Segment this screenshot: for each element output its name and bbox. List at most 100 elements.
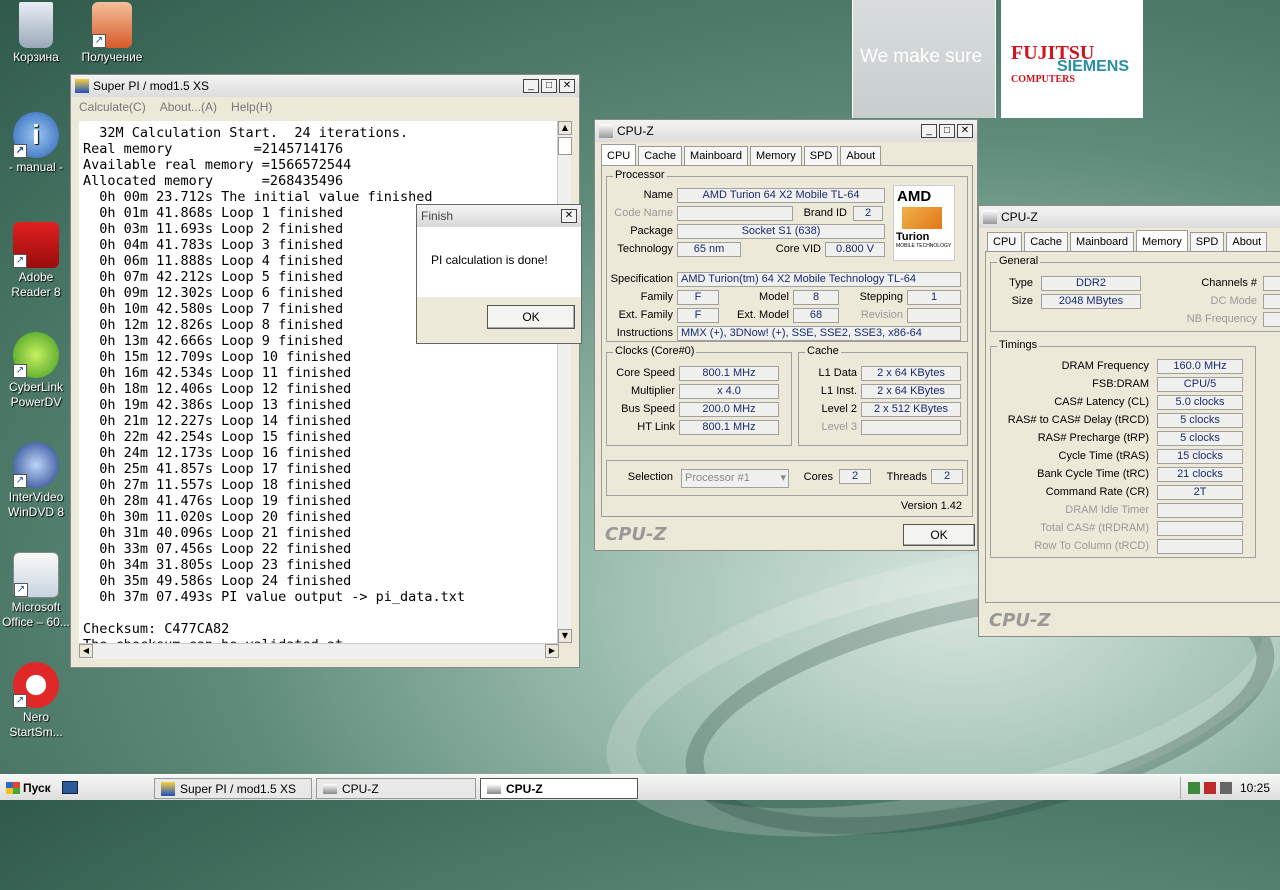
cpu-tab-panel: Processor Name AMD Turion 64 X2 Mobile T… (601, 165, 973, 517)
logo-top: AMD (897, 188, 932, 205)
level2-label: Level 2 (821, 403, 857, 415)
type-label: Type (1009, 277, 1033, 289)
tab-about[interactable]: About (840, 146, 882, 165)
desktop-icon-ms-office[interactable]: ↗ Microsoft Office – 60... (0, 552, 72, 630)
size-value: 2048 MBytes (1041, 294, 1141, 309)
taskbar-item-superpi[interactable]: Super PI / mod1.5 XS (154, 778, 312, 799)
cpuz-app-icon (323, 783, 337, 794)
minimize-button[interactable]: _ (921, 124, 937, 138)
scroll-right-button[interactable]: ▶ (545, 644, 559, 658)
group-label: Timings (997, 339, 1040, 351)
desktop-icon-manual[interactable]: i ↗ - manual - (0, 112, 72, 175)
scroll-thumb[interactable] (558, 137, 572, 155)
tab-mainboard[interactable]: Mainboard (684, 146, 749, 165)
desktop-icon-download[interactable]: ↗ Получение (76, 2, 148, 65)
desktop-icon-recycle-bin[interactable]: Корзина (0, 2, 72, 65)
package-label: Package (630, 225, 673, 237)
cpuz-cpu-window: CPU-Z _ □ ✕ CPU Cache Mainboard Memory S… (594, 119, 978, 551)
tab-spd[interactable]: SPD (803, 146, 839, 165)
menu-about[interactable]: About...(A) (160, 100, 217, 114)
start-button[interactable]: Пуск (2, 777, 54, 799)
maximize-button[interactable]: □ (939, 124, 955, 138)
show-desktop-icon[interactable] (62, 781, 78, 794)
dialog-titlebar[interactable]: Finish ✕ (417, 205, 581, 227)
tab-memory[interactable]: Memory (1136, 230, 1188, 251)
ok-button[interactable]: OK (903, 524, 975, 546)
dcmode-value (1263, 294, 1280, 309)
technology-label: Technology (617, 243, 673, 255)
menu-calculate[interactable]: Calculate(C) (79, 100, 146, 114)
codename-label: Code Name (614, 207, 673, 219)
superpi-titlebar[interactable]: Super PI / mod1.5 XS _ □ ✕ (71, 75, 579, 97)
horizontal-scrollbar[interactable]: ◀ ▶ (79, 643, 559, 659)
ok-button[interactable]: OK (487, 305, 575, 329)
cpuz-app-icon (487, 783, 501, 794)
tab-cache[interactable]: Cache (1024, 232, 1069, 251)
tab-mainboard[interactable]: Mainboard (1070, 232, 1135, 251)
multiplier-label: Multiplier (630, 385, 675, 397)
model-label: Model (759, 291, 789, 303)
shortcut-arrow-icon: ↗ (13, 364, 27, 378)
name-value: AMD Turion 64 X2 Mobile TL-64 (677, 188, 885, 203)
system-tray: 10:25 (1180, 777, 1280, 799)
timing-value: 160.0 MHz (1157, 359, 1243, 374)
selection-group: Selection Processor #1 ▾ Cores 2 Threads… (606, 460, 968, 496)
start-label: Пуск (23, 780, 51, 795)
close-button[interactable]: ✕ (559, 79, 575, 93)
security-icon[interactable] (1203, 782, 1216, 794)
extmodel-value: 68 (793, 308, 839, 323)
multiplier-value: x 4.0 (679, 384, 779, 399)
cpuz-titlebar[interactable]: CPU-Z (979, 206, 1280, 228)
desktop-icon-cyberlink[interactable]: ↗ CyberLink PowerDV (0, 332, 72, 410)
scroll-down-button[interactable]: ▼ (558, 629, 572, 643)
timing-value (1157, 521, 1243, 536)
desktop-icon-label: Nero StartSm... (9, 710, 63, 739)
corevid-value: 0.800 V (825, 242, 885, 257)
group-label: Clocks (Core#0) (613, 345, 697, 357)
ms-office-icon: ↗ (13, 552, 59, 598)
tab-cache[interactable]: Cache (638, 146, 683, 165)
l1inst-value: 2 x 64 KBytes (861, 384, 961, 399)
cpuz-logo: CPU-Z (989, 610, 1051, 631)
shortcut-arrow-icon: ↗ (14, 583, 28, 597)
turion-emblem-icon (902, 207, 942, 229)
network-icon[interactable] (1187, 782, 1200, 794)
cpuz-titlebar[interactable]: CPU-Z _ □ ✕ (595, 120, 977, 142)
desktop-icon-windvd[interactable]: ↗ InterVideo WinDVD 8 (0, 442, 72, 520)
taskbar-item-cpuz-2[interactable]: CPU-Z (480, 778, 638, 799)
taskbar-item-cpuz-1[interactable]: CPU-Z (316, 778, 476, 799)
close-button[interactable]: ✕ (561, 209, 577, 223)
volume-icon[interactable] (1219, 782, 1232, 794)
maximize-button[interactable]: □ (541, 79, 557, 93)
timing-value (1157, 539, 1243, 554)
clock[interactable]: 10:25 (1240, 781, 1270, 795)
tab-cpu[interactable]: CPU (987, 232, 1023, 251)
cpuz-app-icon (599, 124, 613, 138)
model-value: 8 (793, 290, 839, 305)
window-title: CPU-Z (617, 124, 654, 138)
desktop-icon-nero[interactable]: ↗ Nero StartSm... (0, 662, 72, 740)
tab-memory[interactable]: Memory (750, 146, 802, 165)
tab-about[interactable]: About (1226, 232, 1268, 251)
technology-value: 65 nm (677, 242, 741, 257)
scroll-left-button[interactable]: ◀ (79, 644, 93, 658)
recycle-bin-icon (19, 2, 53, 48)
stepping-value: 1 (907, 290, 961, 305)
desktop-icon-adobe-reader[interactable]: ↗ Adobe Reader 8 (0, 222, 72, 300)
vertical-scrollbar[interactable]: ▲ ▼ (557, 121, 572, 643)
close-button[interactable]: ✕ (957, 124, 973, 138)
tab-spd[interactable]: SPD (1189, 232, 1225, 251)
adobe-reader-icon: ↗ (13, 222, 59, 268)
finish-dialog: Finish ✕ PI calculation is done! OK (416, 204, 582, 344)
minimize-button[interactable]: _ (523, 79, 539, 93)
scroll-up-button[interactable]: ▲ (558, 121, 572, 135)
tab-cpu[interactable]: CPU (601, 144, 637, 165)
processor-select[interactable]: Processor #1 ▾ (681, 469, 789, 488)
corespeed-label: Core Speed (616, 367, 675, 379)
menu-help[interactable]: Help(H) (231, 100, 272, 114)
busspeed-value: 200.0 MHz (679, 402, 779, 417)
nbfreq-value (1263, 312, 1280, 327)
selection-label: Selection (627, 471, 673, 483)
nbfreq-label: NB Frequency (1186, 313, 1257, 325)
name-label: Name (643, 189, 673, 201)
